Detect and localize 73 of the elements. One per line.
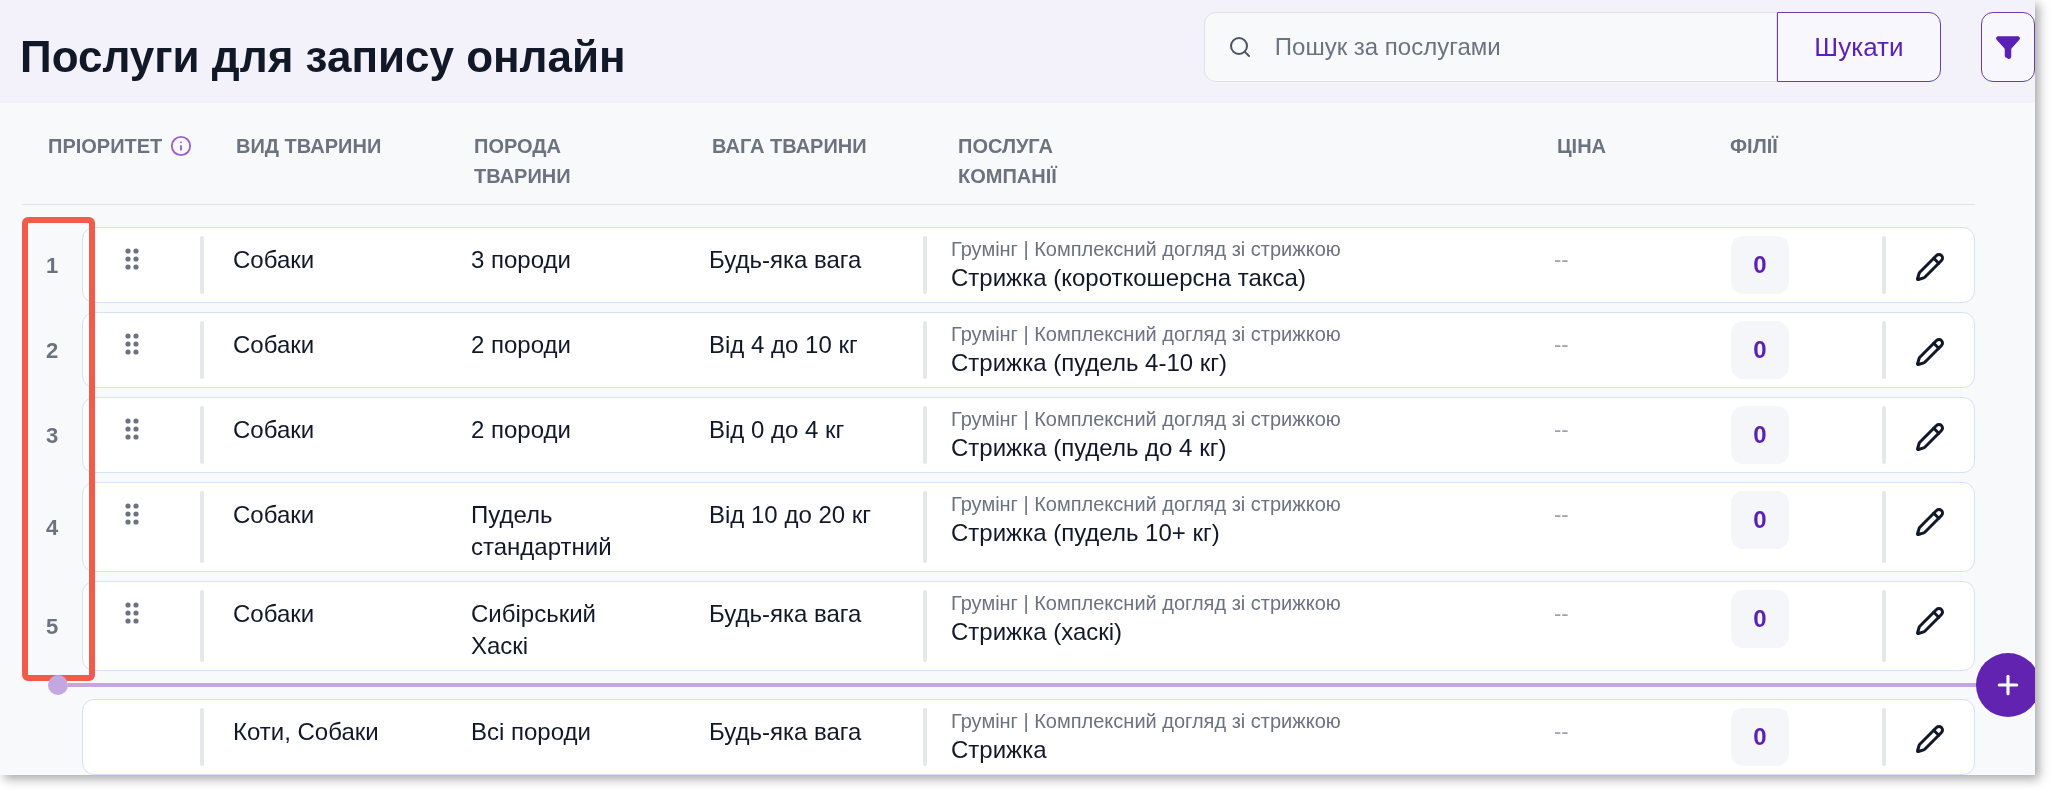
branches-count[interactable]: 0 (1731, 590, 1789, 648)
table-cell: Від 0 до 4 кг (709, 416, 845, 443)
service-category: Грумінг | Комплексний догляд зі стрижкою (951, 709, 1342, 734)
table-cell: Собаки (233, 246, 315, 273)
column-header: ВАГА ТВАРИНИ (712, 134, 867, 159)
table-cell-text: Всі породи (471, 717, 592, 747)
service-category: Грумінг | Комплексний догляд зі стрижкою (951, 237, 1342, 262)
table-cell-text: 3 породи (471, 245, 572, 275)
priority-number: 1 (45, 251, 59, 280)
table-cell: Коти, Собаки (233, 718, 379, 745)
service-category: Грумінг | Комплексний догляд зі стрижкою (951, 591, 1342, 616)
priority-number: 4 (45, 513, 59, 542)
branches-count[interactable]: 0 (1731, 708, 1789, 766)
service-name: Стрижка (хаскі) (951, 617, 1124, 647)
search-icon (1227, 35, 1252, 59)
drag-handle-icon[interactable] (124, 333, 139, 355)
column-header: ФІЛІЇ (1730, 134, 1778, 159)
service-category: Грумінг | Комплексний догляд зі стрижкою (951, 492, 1342, 517)
service-category: Грумінг | Комплексний догляд зі стрижкою (951, 407, 1342, 432)
table-cell-text: Пудель стандартний (471, 500, 613, 562)
table-cell: Будь-яка вага (709, 600, 862, 627)
pencil-icon (1915, 606, 1945, 636)
price-cell: -- (1554, 417, 1569, 442)
service-name: Стрижка (пудель 10+ кг) (951, 518, 1221, 548)
service-name: Стрижка (пудель до 4 кг) (951, 433, 1228, 463)
filter-button[interactable] (1981, 12, 2035, 82)
column-header: ПРІОРИТЕТ (48, 134, 163, 159)
column-header: ЦІНА (1557, 134, 1607, 159)
pencil-icon (1915, 724, 1945, 754)
branches-count[interactable]: 0 (1731, 236, 1789, 294)
drag-handle-icon[interactable] (124, 418, 139, 440)
table-cell: Будь-яка вага (709, 718, 862, 745)
drag-handle-icon[interactable] (124, 602, 139, 624)
column-header: ПОРОДА ТВАРИНИ (474, 134, 572, 189)
priority-number: 2 (45, 336, 59, 365)
pencil-icon (1915, 337, 1945, 367)
table-cell-text: 2 породи (471, 415, 572, 445)
table-cell: Собаки (233, 600, 315, 627)
priority-number: 5 (45, 612, 59, 641)
branches-count[interactable]: 0 (1731, 406, 1789, 464)
table-cell-text: 2 породи (471, 330, 572, 360)
table-cell: Будь-яка вага (709, 246, 862, 273)
add-button[interactable] (1976, 653, 2035, 717)
branches-count[interactable]: 0 (1731, 321, 1789, 379)
price-cell: -- (1554, 332, 1569, 357)
price-cell: -- (1554, 247, 1569, 272)
search-button[interactable]: Шукати (1776, 12, 1941, 82)
search-field[interactable]: Пошук за послугами (1203, 12, 1777, 82)
page-title: Послуги для запису онлайн (20, 31, 627, 83)
table-cell: Собаки (233, 331, 315, 358)
priority-number: 3 (45, 421, 59, 450)
service-name: Стрижка (пудель 4-10 кг) (951, 348, 1229, 378)
branches-count[interactable]: 0 (1731, 491, 1789, 549)
filter-icon (1995, 34, 2021, 60)
drag-handle-icon[interactable] (124, 503, 139, 525)
price-cell: -- (1554, 502, 1569, 527)
pencil-icon (1915, 422, 1945, 452)
service-category: Грумінг | Комплексний догляд зі стрижкою (951, 322, 1342, 347)
service-name: Стрижка (951, 735, 1048, 765)
table-cell: Собаки (233, 501, 315, 528)
drag-handle-icon[interactable] (124, 248, 139, 270)
table-cell: Від 10 до 20 кг (709, 501, 871, 528)
table-cell-text: Сибірський Хаскі (471, 599, 597, 661)
column-header: ПОСЛУГА КОМПАНІЇ (958, 134, 1059, 189)
table-cell: Собаки (233, 416, 315, 443)
price-cell: -- (1554, 719, 1569, 744)
service-name: Стрижка (короткошерсна такса) (951, 263, 1307, 293)
pencil-icon (1915, 507, 1945, 537)
info-icon[interactable] (170, 135, 193, 157)
price-cell: -- (1554, 601, 1569, 626)
column-header: ВИД ТВАРИНИ (236, 134, 382, 159)
pencil-icon (1915, 252, 1945, 282)
table-cell: Від 4 до 10 кг (709, 331, 858, 358)
